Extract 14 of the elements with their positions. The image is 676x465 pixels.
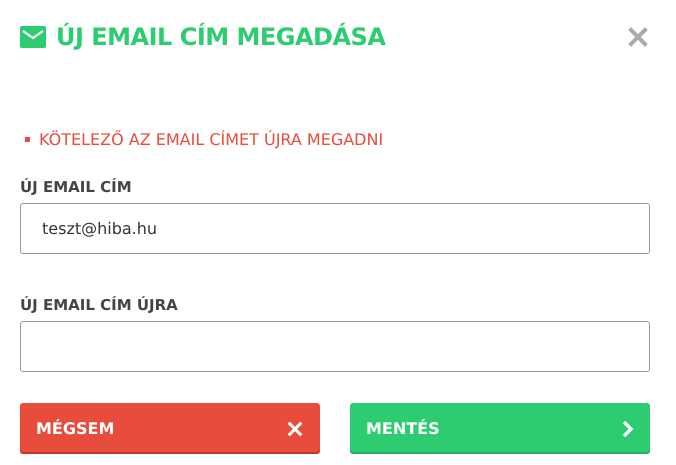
- cancel-button[interactable]: MÉGSEM: [20, 403, 320, 454]
- save-button[interactable]: MENTÉS: [350, 403, 650, 454]
- close-icon: [286, 420, 304, 438]
- bullet-icon: [25, 137, 30, 142]
- input-field[interactable]: teszt@hiba.hu: [20, 203, 650, 254]
- field-label: ÚJ EMAIL CÍM ÚJRA: [20, 296, 179, 314]
- close-button[interactable]: [626, 25, 650, 49]
- chevron-right-icon: [622, 420, 634, 438]
- mail-icon: [20, 26, 46, 48]
- dialog-title: ÚJ EMAIL CÍM MEGADÁSA: [56, 23, 387, 51]
- input-field[interactable]: [20, 321, 650, 372]
- error-message: KÖTELEZŐ AZ EMAIL CÍMET ÚJRA MEGADNI: [39, 130, 384, 149]
- close-icon: [626, 25, 650, 49]
- field-label: ÚJ EMAIL CÍM: [20, 178, 133, 196]
